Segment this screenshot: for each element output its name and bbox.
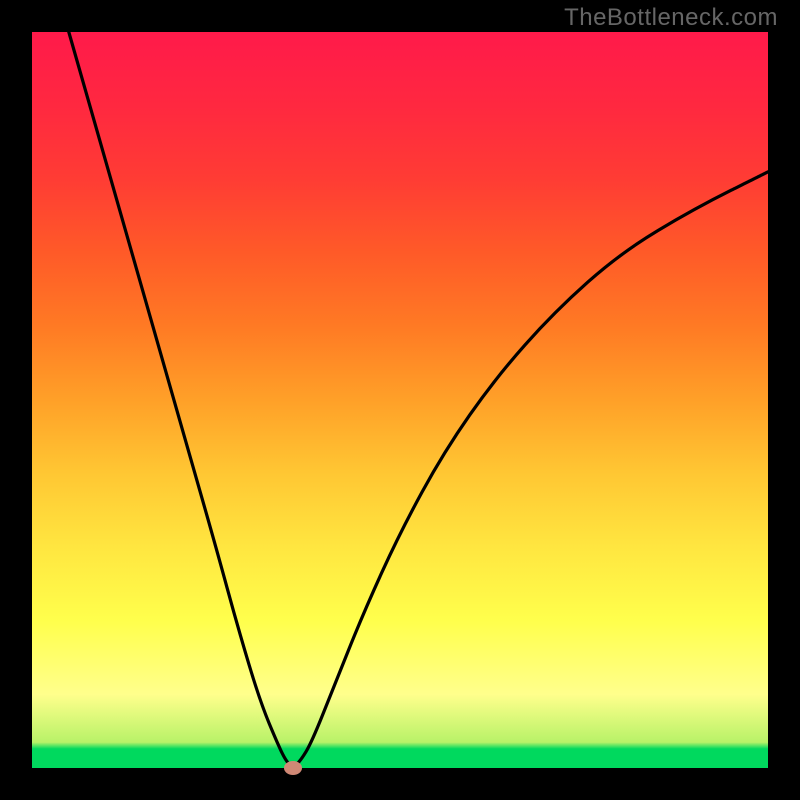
bottleneck-curve <box>69 32 768 766</box>
plot-area <box>32 32 768 768</box>
watermark-text: TheBottleneck.com <box>564 4 778 32</box>
curve-svg <box>32 32 768 768</box>
minimum-marker <box>284 761 302 775</box>
chart-frame: TheBottleneck.com <box>0 0 800 800</box>
